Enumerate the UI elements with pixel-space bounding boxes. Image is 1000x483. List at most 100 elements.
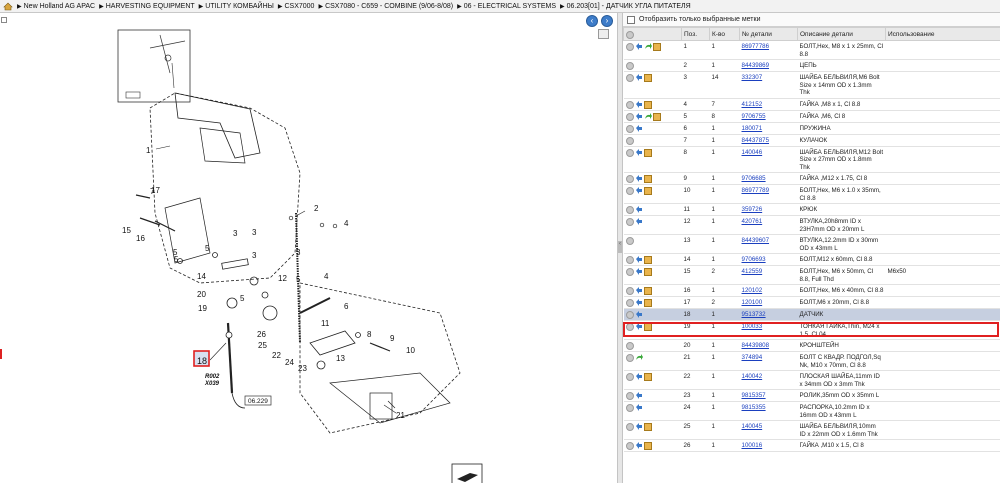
cell-part-number[interactable]: 359726 (739, 203, 798, 216)
callout-9[interactable]: 9 (390, 334, 395, 343)
part-number-link[interactable]: 9815355 (742, 404, 766, 411)
select-icon[interactable] (625, 342, 634, 350)
arrow-icon[interactable] (635, 206, 644, 214)
select-icon[interactable] (625, 423, 634, 431)
table-row[interactable]: 20 1 84439808 КРОНШТЕЙН (623, 339, 1000, 352)
callout-5[interactable]: 5 (173, 248, 178, 257)
table-row[interactable]: 7 1 84437875 КУЛАЧОК (623, 134, 1000, 147)
select-icon[interactable] (625, 206, 634, 214)
table-row[interactable]: 22 1 140042 ПЛОСКАЯ ШАЙБА,11mm ID x 34mm OD… (623, 370, 1000, 390)
part-number-link[interactable]: 84439808 (742, 342, 770, 349)
arrow-icon[interactable] (635, 43, 644, 51)
callout-14[interactable]: 14 (197, 272, 206, 281)
arrow-icon[interactable] (635, 442, 644, 450)
select-icon[interactable] (625, 299, 634, 307)
cell-part-number[interactable]: 9706755 (739, 110, 798, 123)
table-row[interactable]: 14 1 9706693 БОЛТ,M12 x 60mm, Cl 8.8 (623, 253, 1000, 266)
cell-part-number[interactable]: 86977786 (739, 40, 798, 60)
arrow-icon[interactable] (635, 404, 644, 412)
part-number-link[interactable]: 9706693 (742, 256, 766, 263)
callout-4[interactable]: 4 (324, 272, 329, 281)
callout-16[interactable]: 16 (136, 234, 145, 243)
box-icon[interactable] (643, 74, 652, 82)
select-icon[interactable] (625, 373, 634, 381)
cell-part-number[interactable]: 180071 (739, 122, 798, 135)
breadcrumb-item[interactable]: ▶ CSX7080 - C659 - COMBINE (9/06-8/08) (318, 3, 453, 10)
select-icon[interactable] (625, 311, 634, 319)
arrow-icon[interactable] (635, 311, 644, 319)
cell-part-number[interactable]: 86977789 (739, 184, 798, 204)
part-number-link[interactable]: 412152 (742, 101, 763, 108)
breadcrumb-item[interactable]: ▶ 06.203[01] - ДАТЧИК УГЛА ПИТАТЕЛЯ (560, 3, 691, 10)
callout-22[interactable]: 22 (272, 351, 281, 360)
select-icon[interactable] (625, 392, 634, 400)
arrow-icon[interactable] (635, 112, 644, 121)
box-icon[interactable] (643, 268, 652, 276)
cell-part-number[interactable]: 84437875 (739, 134, 798, 147)
breadcrumb-item[interactable]: ▶ New Holland AG APAC (17, 3, 95, 10)
cell-part-number[interactable]: 140045 (739, 420, 798, 440)
callout-8[interactable]: 8 (367, 330, 372, 339)
arrow-icon[interactable] (635, 323, 644, 331)
callout-24[interactable]: 24 (285, 358, 294, 367)
select-icon[interactable] (625, 43, 634, 51)
callout-20[interactable]: 20 (197, 290, 206, 299)
header-usage[interactable]: Использование (885, 27, 1000, 41)
collapse-icon[interactable]: ‹ (618, 241, 622, 253)
select-icon[interactable] (625, 175, 634, 183)
part-number-link[interactable]: 9706755 (742, 113, 766, 120)
arrow-icon[interactable] (635, 218, 644, 226)
callout-25[interactable]: 25 (258, 341, 267, 350)
cell-part-number[interactable]: 84439607 (739, 234, 798, 254)
cell-part-number[interactable]: 84439808 (739, 339, 798, 352)
callout-3[interactable]: 3 (296, 248, 301, 257)
home-icon[interactable] (3, 2, 13, 11)
select-icon[interactable] (625, 237, 634, 245)
select-icon[interactable] (625, 442, 634, 450)
select-icon[interactable] (625, 256, 634, 264)
part-number-link[interactable]: 84439869 (742, 62, 770, 69)
table-row[interactable]: 2 1 84439869 ЦЕПЬ (623, 59, 1000, 72)
part-number-link[interactable]: 9706685 (742, 175, 766, 182)
table-row[interactable]: 15 2 412559 БОЛТ,Hex, M6 x 50mm, Cl 8.8, Fu… (623, 265, 1000, 285)
callout-3[interactable]: 3 (252, 228, 257, 237)
part-number-link[interactable]: 140042 (742, 373, 763, 380)
header-part-number[interactable]: № детали (739, 27, 798, 41)
callout-6[interactable]: 6 (344, 302, 349, 311)
box-icon[interactable] (643, 423, 652, 431)
exchange-icon[interactable] (644, 112, 653, 121)
box-icon[interactable] (643, 287, 652, 295)
table-row[interactable]: 13 1 84439607 ВТУЛКА,12.2mm ID x 30mm OD x … (623, 234, 1000, 254)
table-row[interactable]: 4 7 412152 ГАЙКА ,M8 x 1, Cl 8.8 (623, 98, 1000, 111)
table-row[interactable]: 25 1 140045 ШАЙБА БЕЛЬВИЛЯ,10mm ID x 22mm O… (623, 420, 1000, 440)
select-icon[interactable] (625, 323, 634, 331)
callout-3[interactable]: 3 (233, 229, 238, 238)
table-row[interactable]: 24 1 9815355 РАСПОРКА,10.2mm ID x 16mm OD x… (623, 401, 1000, 421)
select-icon[interactable] (625, 268, 634, 276)
header-position[interactable]: Поз. (681, 27, 710, 41)
table-row[interactable]: 10 1 86977789 БОЛТ,Hex, M6 x 1.0 x 35mm, Cl… (623, 184, 1000, 204)
select-icon[interactable] (625, 100, 634, 109)
arrow-icon[interactable] (635, 392, 644, 400)
table-row[interactable]: 26 1 100016 ГАЙКА ,M10 x 1.5, Cl 8 (623, 439, 1000, 452)
table-row[interactable]: 8 1 140046 ШАЙБА БЕЛЬВИЛЯ,M12 Bolt Size x 2… (623, 146, 1000, 173)
part-number-link[interactable]: 86977786 (742, 43, 770, 50)
callout-17[interactable]: 17 (151, 186, 160, 195)
breadcrumb-item[interactable]: ▶ UTILITY КОМБАЙНЫ (199, 3, 274, 10)
table-row[interactable]: 6 1 180071 ПРУЖИНА (623, 122, 1000, 135)
callout-12[interactable]: 12 (278, 274, 287, 283)
select-icon[interactable] (625, 62, 634, 70)
part-number-link[interactable]: 374894 (742, 354, 763, 361)
part-number-link[interactable]: 420761 (742, 218, 763, 225)
select-icon[interactable] (625, 287, 634, 295)
table-row[interactable]: 12 1 420761 ВТУЛКА,20h8mm ID x 23H7mm OD x … (623, 215, 1000, 235)
exchange-icon[interactable] (635, 354, 644, 362)
ref-label[interactable]: 06.229 (248, 398, 268, 405)
part-number-link[interactable]: 120102 (742, 287, 763, 294)
breadcrumb-item[interactable]: ▶ 06 - ELECTRICAL SYSTEMS (457, 3, 556, 10)
part-number-link[interactable]: 100033 (742, 323, 763, 330)
callout-10[interactable]: 10 (406, 346, 415, 355)
box-icon[interactable] (643, 100, 652, 109)
part-number-link[interactable]: 332307 (742, 74, 763, 81)
select-icon[interactable] (625, 354, 634, 362)
